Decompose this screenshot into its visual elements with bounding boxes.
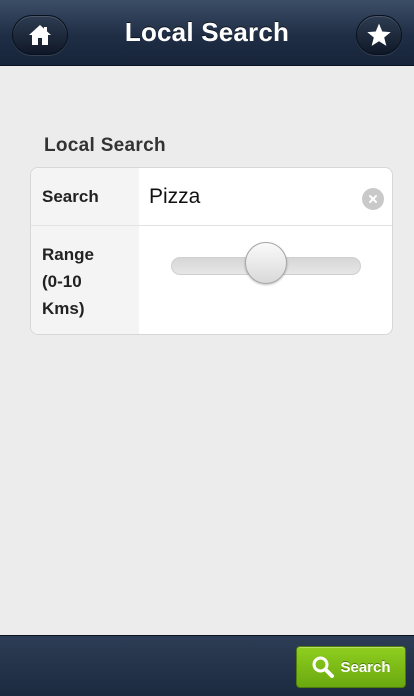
range-slider-thumb[interactable] bbox=[245, 242, 287, 284]
search-form: Search Range (0-10 Kms) bbox=[30, 167, 393, 335]
search-field-container bbox=[139, 168, 392, 225]
search-button[interactable]: Search bbox=[296, 646, 406, 688]
search-icon bbox=[312, 656, 335, 678]
search-row: Search bbox=[31, 168, 392, 226]
home-icon bbox=[29, 25, 51, 45]
range-label-line1: Range bbox=[42, 245, 94, 264]
main-content: Local Search Search Range (0-10 Kms) bbox=[0, 67, 414, 635]
star-icon bbox=[367, 23, 391, 46]
search-label: Search bbox=[31, 168, 139, 225]
favorites-button[interactable] bbox=[356, 15, 402, 55]
search-button-label: Search bbox=[340, 658, 391, 676]
bottom-toolbar: Search bbox=[0, 635, 414, 696]
clear-x-glyph bbox=[369, 195, 377, 203]
range-row: Range (0-10 Kms) bbox=[31, 226, 392, 334]
section-title: Local Search bbox=[44, 135, 166, 156]
home-button[interactable] bbox=[12, 15, 68, 55]
app-header: Local Search bbox=[0, 0, 414, 66]
clear-icon[interactable] bbox=[362, 188, 384, 210]
range-label-line2: (0-10 bbox=[42, 272, 82, 291]
range-label: Range (0-10 Kms) bbox=[31, 226, 139, 334]
search-input[interactable] bbox=[149, 182, 359, 212]
range-label-line3: Kms) bbox=[42, 299, 85, 318]
range-slider-container bbox=[139, 226, 392, 334]
page-title: Local Search bbox=[124, 17, 290, 47]
